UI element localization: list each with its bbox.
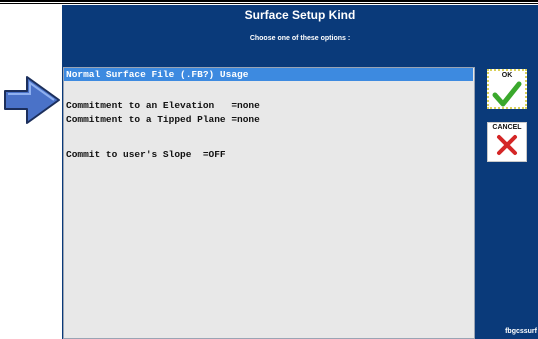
ok-button[interactable]: OK — [487, 69, 527, 109]
option-normal-surface[interactable]: Normal Surface File (.FB?) Usage — [64, 68, 473, 81]
option-commit-elevation[interactable]: Commitment to an Elevation =none — [64, 99, 473, 112]
option-commit-tipped-plane[interactable]: Commitment to a Tipped Plane =none — [64, 113, 473, 126]
option-blank — [64, 126, 473, 139]
top-border-inner — [0, 3, 538, 4]
dialog-title: Surface Setup Kind — [244, 8, 356, 22]
form-id-label: fbgcssurf — [505, 328, 537, 335]
option-commit-slope[interactable]: Commit to user's Slope =OFF — [64, 148, 473, 161]
options-list[interactable]: Normal Surface File (.FB?) Usage Commitm… — [63, 67, 475, 339]
cancel-button[interactable]: CANCEL — [487, 122, 527, 162]
ok-label: OK — [501, 72, 513, 79]
option-blank — [64, 81, 473, 94]
x-icon — [497, 135, 517, 155]
dialog-subtitle: Choose one of these options : — [249, 35, 351, 42]
arrow-right-icon — [3, 74, 65, 126]
check-icon — [492, 81, 522, 107]
top-border — [0, 0, 538, 2]
cancel-label: CANCEL — [492, 124, 522, 131]
dialog-panel: Surface Setup Kind Choose one of these o… — [62, 5, 538, 339]
